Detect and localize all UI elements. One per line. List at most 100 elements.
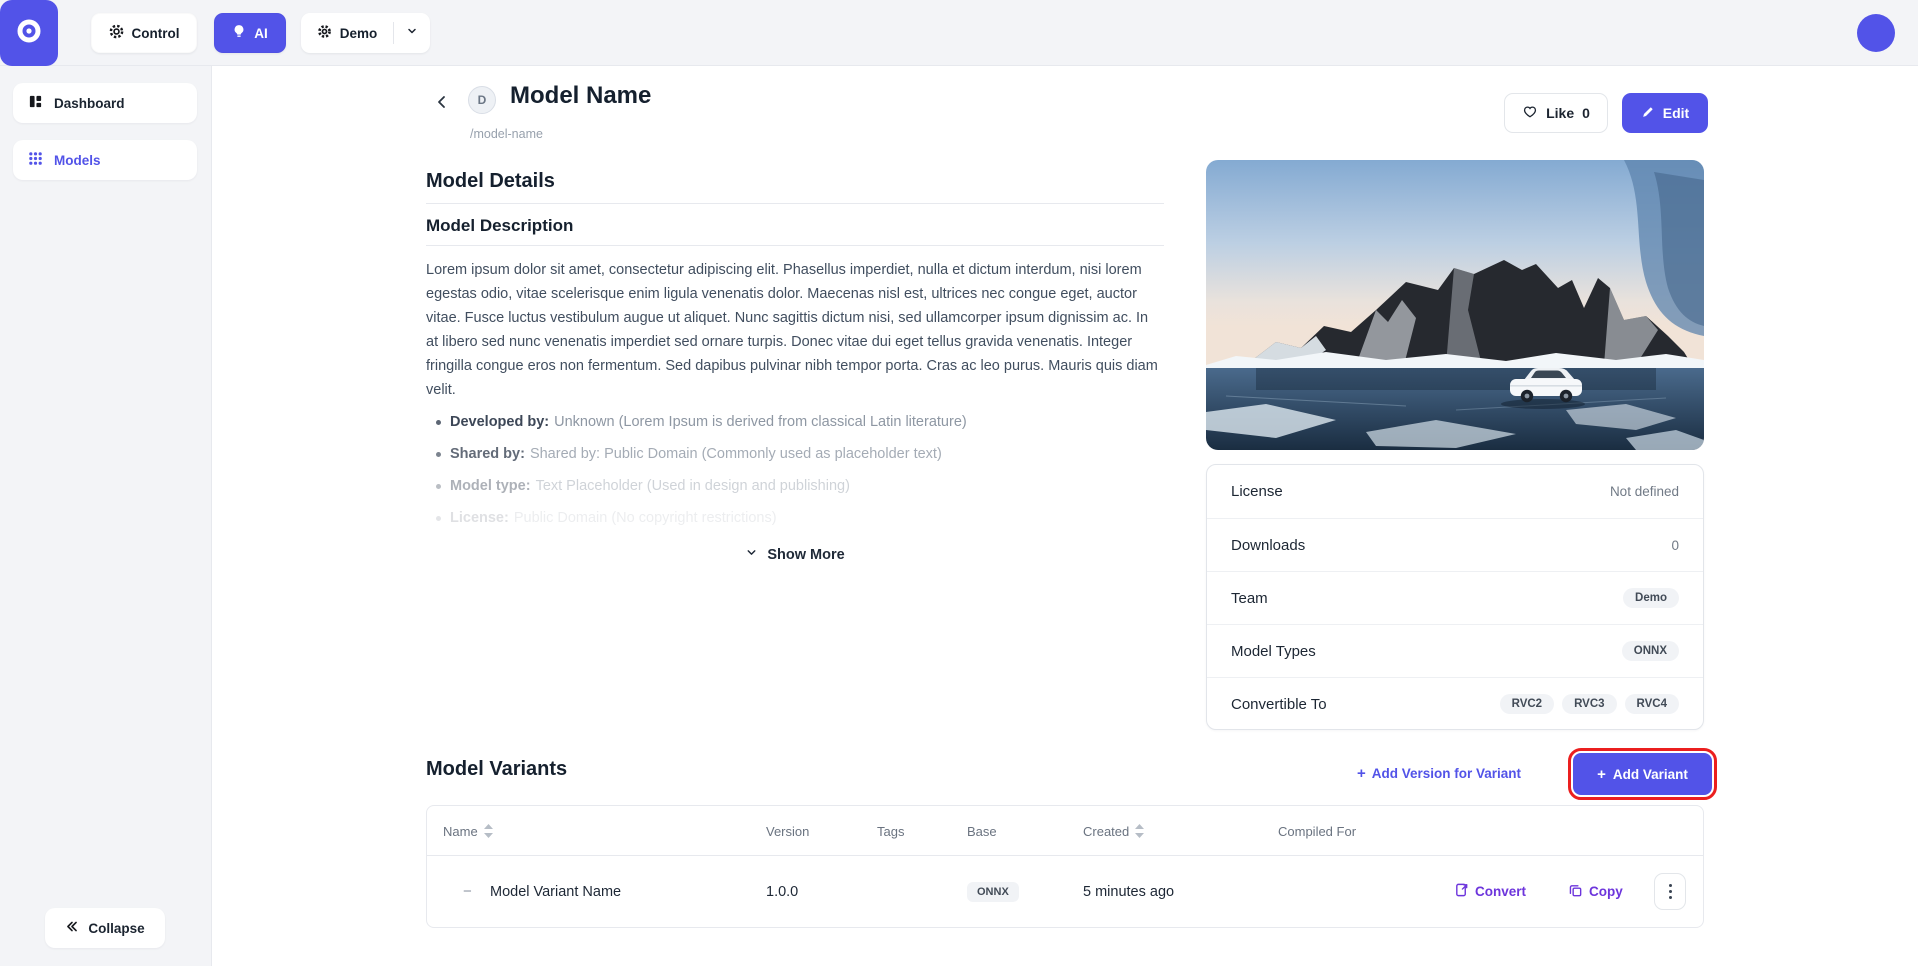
model-variants-heading: Model Variants: [426, 758, 567, 781]
description-paragraph: Lorem ipsum dolor sit amet, consectetur …: [426, 258, 1164, 402]
sidebar-item-label: Dashboard: [54, 96, 125, 111]
sidebar: Dashboard Models Collapse: [0, 66, 212, 966]
convertible-badges: RVC2 RVC3 RVC4: [1500, 694, 1679, 714]
bullet-label: Model type:: [450, 478, 531, 494]
collapse-label: Collapse: [88, 921, 144, 936]
main-content: D Model Name /model-name Like 0 Edit Mod…: [212, 66, 1918, 966]
column-header-label: Base: [967, 824, 997, 839]
ai-nav-button[interactable]: AI: [214, 13, 286, 53]
info-value: Not defined: [1610, 484, 1679, 499]
info-label: Team: [1231, 590, 1268, 607]
demo-dropdown-toggle[interactable]: [394, 24, 430, 42]
sidebar-collapse-button[interactable]: Collapse: [45, 908, 165, 948]
model-info-card: License Not defined Downloads 0 Team Dem…: [1206, 464, 1704, 730]
add-variant-label: Add Variant: [1613, 767, 1688, 782]
bulb-icon: [232, 24, 246, 42]
winter-lake-photo: [1206, 160, 1704, 450]
model-cover-image: [1206, 160, 1704, 450]
model-details-heading: Model Details: [426, 170, 1164, 204]
column-header-created[interactable]: Created: [1083, 806, 1144, 856]
aperture-icon: [109, 24, 124, 42]
back-button[interactable]: [434, 94, 450, 115]
add-version-for-variant-button[interactable]: + Add Version for Variant: [1357, 766, 1521, 781]
edit-label: Edit: [1663, 105, 1689, 121]
created-cell: 5 minutes ago: [1083, 856, 1174, 927]
list-item: Developed by:Unknown (Lorem Ipsum is der…: [434, 410, 1164, 434]
list-item: License: Public Domain (No copyright rest…: [434, 506, 1164, 530]
show-more-button[interactable]: Show More: [426, 546, 1164, 563]
model-type-badge: ONNX: [1622, 641, 1679, 661]
copy-action[interactable]: Copy: [1568, 856, 1623, 927]
info-label: License: [1231, 483, 1283, 500]
edit-button[interactable]: Edit: [1622, 93, 1708, 133]
bullet-label: License:: [450, 510, 509, 526]
sidebar-item-models[interactable]: Models: [13, 140, 197, 180]
team-badge: Demo: [1623, 588, 1679, 608]
bullet-label: Shared by:: [450, 446, 525, 462]
sidebar-item-label: Models: [54, 153, 101, 168]
like-button[interactable]: Like 0: [1504, 93, 1608, 133]
app-logo[interactable]: [0, 0, 58, 66]
column-header-label: Name: [443, 824, 478, 839]
copy-label: Copy: [1589, 884, 1623, 899]
bullet-value: Public Domain (No copyright restrictions…: [514, 510, 777, 526]
column-header-base: Base: [967, 806, 997, 856]
bullet-value: Unknown (Lorem Ipsum is derived from cla…: [554, 414, 967, 430]
info-row-team: Team Demo: [1207, 571, 1703, 624]
model-slug: /model-name: [470, 127, 543, 141]
add-variant-button[interactable]: + Add Variant: [1573, 753, 1712, 795]
column-header-compiled-for: Compiled For: [1278, 806, 1356, 856]
convertible-badge: RVC4: [1625, 694, 1679, 714]
plus-icon: +: [1357, 766, 1366, 781]
column-header-label: Created: [1083, 824, 1129, 839]
base-cell: ONNX: [967, 856, 1019, 927]
control-nav-button[interactable]: Control: [91, 13, 197, 53]
column-header-label: Tags: [877, 824, 904, 839]
column-header-label: Version: [766, 824, 809, 839]
demo-nav-group: Demo: [301, 13, 430, 53]
info-row-license: License Not defined: [1207, 465, 1703, 518]
gear-icon: [317, 24, 332, 42]
row-menu-button[interactable]: [1654, 873, 1686, 910]
chevron-down-icon: [745, 546, 758, 563]
info-value: 0: [1671, 538, 1679, 553]
sort-icon: [484, 824, 493, 838]
row-expander[interactable]: −: [463, 856, 472, 927]
variants-table: Name Version Tags Base Created Compiled …: [426, 805, 1704, 928]
convert-label: Convert: [1475, 884, 1526, 899]
target-logo-icon: [14, 16, 44, 51]
plus-icon: +: [1597, 767, 1606, 782]
info-row-model-types: Model Types ONNX: [1207, 624, 1703, 677]
base-badge: ONNX: [967, 882, 1019, 902]
model-description-heading: Model Description: [426, 216, 1164, 246]
demo-nav-button[interactable]: Demo: [301, 24, 393, 42]
info-label: Convertible To: [1231, 696, 1327, 713]
show-more-label: Show More: [767, 547, 844, 563]
column-header-name[interactable]: Name: [443, 806, 493, 856]
sidebar-item-dashboard[interactable]: Dashboard: [13, 83, 197, 123]
top-navbar: Control AI Demo: [0, 0, 1918, 66]
demo-label: Demo: [340, 26, 378, 41]
convert-action[interactable]: Convert: [1454, 856, 1526, 927]
control-label: Control: [132, 26, 180, 41]
heart-icon: [1522, 104, 1538, 122]
user-avatar[interactable]: [1857, 14, 1895, 52]
version-cell: 1.0.0: [766, 856, 798, 927]
list-item: Shared by:Shared by: Public Domain (Comm…: [434, 442, 1164, 466]
sort-icon: [1135, 824, 1144, 838]
model-initial-badge: D: [468, 86, 496, 114]
like-count: 0: [1582, 105, 1590, 121]
table-header-row: Name Version Tags Base Created Compiled …: [427, 806, 1703, 856]
list-item: Model type: Text Placeholder (Used in des…: [434, 474, 1164, 498]
pencil-icon: [1641, 105, 1655, 122]
dashboard-icon: [28, 94, 43, 112]
table-row: − Model Variant Name 1.0.0 ONNX 5 minute…: [427, 856, 1703, 927]
copy-icon: [1568, 883, 1583, 901]
column-header-label: Compiled For: [1278, 824, 1356, 839]
description-bullet-list: Developed by:Unknown (Lorem Ipsum is der…: [426, 410, 1164, 530]
variant-name-cell[interactable]: Model Variant Name: [490, 856, 621, 927]
add-version-label: Add Version for Variant: [1372, 766, 1521, 781]
convertible-badge: RVC2: [1500, 694, 1554, 714]
model-details-section: Model Details Model Description Lorem ip…: [426, 170, 1164, 563]
bullet-value: Text Placeholder (Used in design and pub…: [536, 478, 850, 494]
